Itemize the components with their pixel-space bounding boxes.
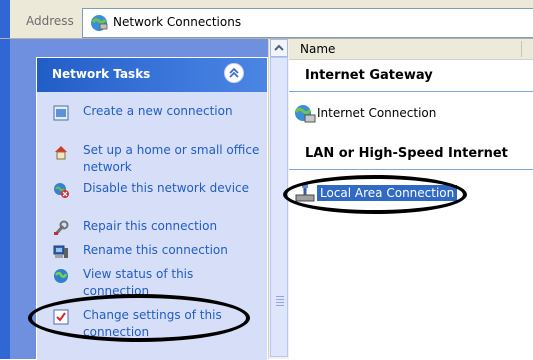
task-label: Disable this network device: [83, 181, 250, 195]
home-network-icon: [55, 146, 67, 160]
scroll-thumb[interactable]: [270, 57, 288, 357]
repair-wrench-icon: [54, 220, 69, 235]
task-label: Repair this connection: [83, 219, 218, 233]
network-connections-icon: [91, 15, 108, 31]
task-label: Create a new connection: [83, 104, 233, 118]
disable-device-icon: [54, 183, 69, 198]
group-title-lan: LAN or High-Speed Internet: [305, 146, 508, 161]
task-label: Set up a home or small office network: [83, 143, 260, 174]
address-value: Network Connections: [113, 15, 242, 29]
window-edge: [0, 0, 10, 38]
address-field[interactable]: Network Connections: [82, 8, 533, 38]
internet-connection-icon: [294, 105, 316, 123]
column-header-label: Name: [300, 42, 336, 56]
task-create-connection[interactable]: Create a new connection: [53, 103, 263, 141]
column-header-name[interactable]: Name: [289, 39, 533, 60]
panel-title: Network Tasks: [52, 67, 151, 81]
thumb-grip: [276, 302, 284, 303]
panel-header[interactable]: Network Tasks: [37, 58, 267, 92]
status-globe-icon: [54, 269, 68, 283]
chevron-up-icon: [274, 44, 284, 51]
group-title-internet-gateway: Internet Gateway: [305, 68, 433, 83]
double-chevron-up-icon: [229, 67, 239, 78]
rename-icon: [53, 245, 68, 258]
annotation-oval: [283, 175, 467, 214]
group-divider: [289, 91, 533, 92]
group-divider: [289, 169, 533, 170]
address-label: Address: [26, 14, 74, 28]
task-setup-home-network[interactable]: Set up a home or small office network: [53, 142, 263, 180]
scroll-up-button[interactable]: [270, 39, 288, 57]
window-edge: [0, 39, 10, 359]
collapse-button[interactable]: [224, 63, 244, 83]
new-connection-icon: [53, 105, 69, 121]
thumb-grip: [276, 296, 284, 297]
column-divider[interactable]: [521, 41, 522, 57]
task-disable-device[interactable]: Disable this network device: [53, 180, 263, 218]
task-label: Rename this connection: [83, 243, 228, 257]
thumb-grip: [276, 305, 284, 306]
item-label: Internet Connection: [317, 106, 437, 120]
thumb-grip: [276, 299, 284, 300]
address-bar: Address Network Connections: [0, 0, 533, 39]
annotation-oval: [28, 294, 250, 342]
